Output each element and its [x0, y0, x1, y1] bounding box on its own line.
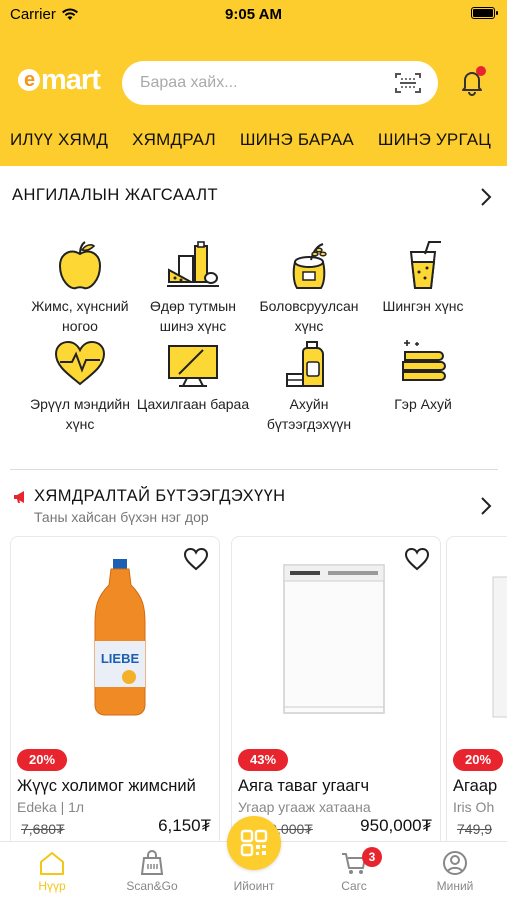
cart-count-badge: 3 — [362, 847, 382, 867]
tab-label: Нүүр — [38, 879, 66, 893]
towels-icon — [402, 340, 446, 381]
price: 950,000₮ — [360, 816, 432, 835]
chevron-right-icon[interactable] — [480, 496, 492, 516]
category-item[interactable]: Шингэн хүнс — [363, 240, 483, 316]
clock: 9:05 AM — [225, 6, 282, 23]
groceries-icon — [167, 241, 219, 287]
home-icon — [40, 852, 64, 875]
categories-title: АНГИЛАЛЫН ЖАГСААЛТ — [12, 186, 219, 204]
tab-label: Сагс — [341, 879, 367, 893]
favorite-heart-icon[interactable] — [183, 547, 209, 571]
drink-icon — [409, 241, 441, 289]
product-brand: Угаар угааж хатаана — [238, 799, 371, 815]
grain-sack-icon — [292, 243, 327, 289]
chevron-right-icon[interactable] — [480, 187, 492, 207]
nav-item-shine-urgats[interactable]: ШИНЭ УРГАЦ — [378, 130, 491, 150]
favorite-heart-icon[interactable] — [404, 547, 430, 571]
product-name: Агаар — [453, 777, 498, 795]
discount-badge: 20% — [453, 749, 504, 771]
nav-item-ilvv-hyamd[interactable]: ИЛҮҮ ХЯМД — [10, 130, 108, 150]
category-item[interactable]: Жимс, хүнсний ногоо — [20, 240, 140, 336]
tab-label: Scan&Go — [126, 879, 178, 893]
category-label: Цахилгаан бараа — [136, 396, 250, 412]
old-price: 749,9 — [457, 821, 493, 837]
nav-item-hyamdral[interactable]: ХЯМДРАЛ — [132, 130, 216, 150]
heart-pulse-icon — [54, 340, 106, 386]
product-card[interactable]: 43% Аяга таваг угаагч Угаар угааж хатаан… — [231, 536, 441, 856]
svg-text:LIEBE: LIEBE — [101, 651, 140, 666]
category-item[interactable]: Боловсруулсан хүнс — [249, 240, 369, 336]
category-label: Жимс, хүнсний ногоо — [31, 298, 129, 334]
header: Carrier 9:05 AM emart ИЛҮҮ ХЯМД ХЯМДРАЛ … — [0, 0, 507, 166]
category-label: Гэр Ахуй — [394, 396, 452, 412]
detergent-icon — [286, 341, 324, 387]
price: 6,150₮ — [158, 816, 211, 835]
promo-title: ХЯМДРАЛТАЙ БҮТЭЭГДЭХҮҮН — [12, 487, 286, 506]
apple-icon — [58, 241, 102, 290]
tab-cart[interactable]: Сагс — [304, 842, 404, 900]
category-label: Шингэн хүнс — [382, 298, 464, 314]
qr-icon — [240, 829, 268, 857]
product-name: Жүүс холимог жимсний — [17, 777, 196, 795]
barcode-scan-icon[interactable] — [394, 71, 422, 95]
search-bar[interactable] — [122, 61, 438, 105]
top-nav: ИЛҮҮ ХЯМД ХЯМДРАЛ ШИНЭ БАРАА ШИНЭ УРГАЦ … — [10, 130, 507, 150]
category-label: Ахуйн бүтээгдэхүүн — [266, 396, 352, 432]
tab-home[interactable]: Нүүр — [2, 842, 102, 900]
section-divider — [10, 469, 498, 470]
discount-badge: 20% — [17, 749, 68, 771]
category-label: Боловсруулсан хүнс — [259, 298, 359, 334]
qr-point-button[interactable] — [227, 816, 281, 870]
battery-icon — [471, 7, 498, 19]
air-product-image — [492, 576, 507, 718]
product-brand: Edeka | 1л — [17, 799, 85, 815]
notification-button[interactable] — [456, 66, 488, 98]
scan-bag-icon — [140, 850, 164, 875]
tab-label: Ийоинт — [233, 879, 275, 893]
notification-dot — [476, 66, 486, 76]
category-label: Эрүүл мэндийн хүнс — [30, 396, 130, 432]
tab-label: Миний — [436, 879, 474, 893]
category-item[interactable]: Өдөр тутмын шинэ хүнс — [133, 240, 253, 336]
promo-title-text: ХЯМДРАЛТАЙ БҮТЭЭГДЭХҮҮН — [34, 487, 286, 505]
tab-scan-go[interactable]: Scan&Go — [102, 842, 202, 900]
product-brand: Iris Oh — [453, 799, 495, 815]
tv-icon — [168, 345, 218, 387]
megaphone-icon — [14, 490, 24, 503]
user-icon — [443, 851, 467, 875]
product-card[interactable]: LIEBE 20% Жүүс холимог жимсний Edeka | 1… — [10, 536, 220, 856]
category-item[interactable]: Цахилгаан бараа — [133, 338, 253, 414]
category-item[interactable]: Ахуйн бүтээгдэхүүн — [249, 338, 369, 434]
old-price: 7,680₮ — [21, 821, 65, 837]
promo-subtitle: Таны хайсан бүхэн нэг дор — [34, 509, 209, 525]
product-name: Аяга таваг угаагч — [238, 777, 370, 795]
search-input[interactable] — [140, 71, 380, 95]
emart-logo[interactable]: e mart — [18, 64, 101, 97]
discount-badge: 43% — [238, 749, 289, 771]
nav-item-shine-baraa[interactable]: ШИНЭ БАРАА — [240, 130, 354, 150]
status-bar: Carrier 9:05 AM — [0, 0, 507, 30]
category-item[interactable]: Эрүүл мэндийн хүнс — [20, 338, 140, 434]
category-item[interactable]: Гэр Ахуй — [363, 338, 483, 414]
tab-profile[interactable]: Миний — [405, 842, 505, 900]
product-card[interactable]: 20% Агаар Iris Oh 749,9 — [446, 536, 507, 856]
category-label: Өдөр тутмын шинэ хүнс — [150, 298, 236, 334]
